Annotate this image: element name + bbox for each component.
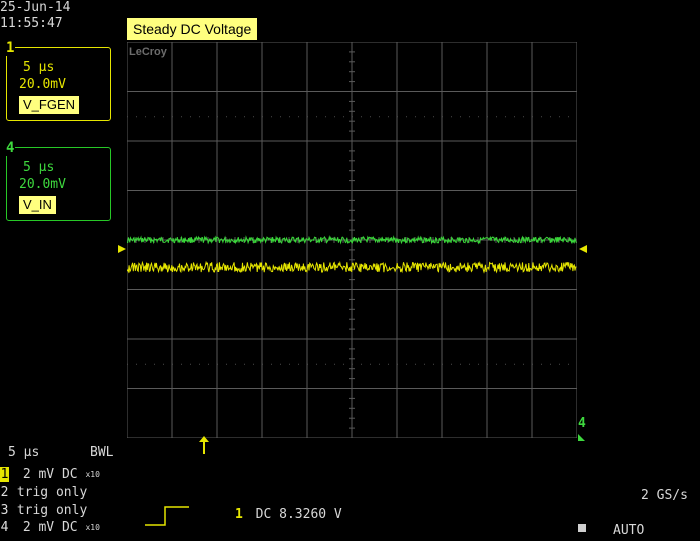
channel-1-descriptor[interactable]: 1 5 µs 20.0mV V_FGEN: [5, 40, 111, 121]
channel-4-edge-marker[interactable]: 4: [578, 416, 586, 431]
waveform-grid[interactable]: LeCroy: [127, 42, 577, 438]
channel-2-summary[interactable]: 2 trig only: [0, 485, 88, 500]
brand-logo: LeCroy: [129, 46, 168, 58]
channel-1-volts: 20.0mV: [19, 77, 66, 92]
channel-3-summary[interactable]: 3 trig only: [0, 503, 88, 518]
time-readout: 11:55:47: [0, 16, 63, 31]
date-readout: 25-Jun-14: [0, 0, 71, 15]
channel-4-number: 4: [5, 140, 16, 156]
channel-4-name: V_IN: [19, 196, 56, 214]
channel-4-descriptor[interactable]: 4 5 µs 20.0mV V_IN: [5, 140, 111, 221]
channel-1-name: V_FGEN: [19, 96, 80, 114]
trigger-mode-readout[interactable]: AUTO: [613, 523, 644, 538]
trigger-position-arrow[interactable]: [198, 436, 210, 456]
timebase-readout: 5 µs: [8, 445, 40, 460]
trigger-level: DC 8.3260 V: [255, 507, 342, 522]
trigger-edge-icon: [145, 506, 189, 526]
channel-1-number: 1: [5, 40, 16, 56]
probe-x10-mark: x10: [85, 470, 100, 479]
trigger-channel: 1: [235, 507, 243, 522]
channel-4-volts: 20.0mV: [19, 177, 66, 192]
channel-4-summary[interactable]: 4 2 mV DC x10: [0, 520, 100, 535]
trigger-readout[interactable]: 1 DC 8.3260 V: [235, 507, 342, 522]
probe-x10-mark: x10: [85, 523, 100, 532]
channel-4-level-marker-right[interactable]: [579, 244, 588, 254]
channel-4-level-marker-left[interactable]: [118, 244, 127, 254]
channel-1-summary[interactable]: 1 2 mV DC x10: [0, 467, 100, 482]
channel-1-timebase: 5 µs: [23, 60, 55, 75]
sample-rate-readout: 2 GS/s: [641, 488, 688, 503]
trigger-level-marker[interactable]: [578, 432, 586, 442]
bwl-indicator: BWL: [90, 445, 114, 460]
acquisition-status-icon: [578, 524, 586, 532]
title-label: Steady DC Voltage: [127, 18, 258, 40]
channel-4-timebase: 5 µs: [23, 160, 55, 175]
